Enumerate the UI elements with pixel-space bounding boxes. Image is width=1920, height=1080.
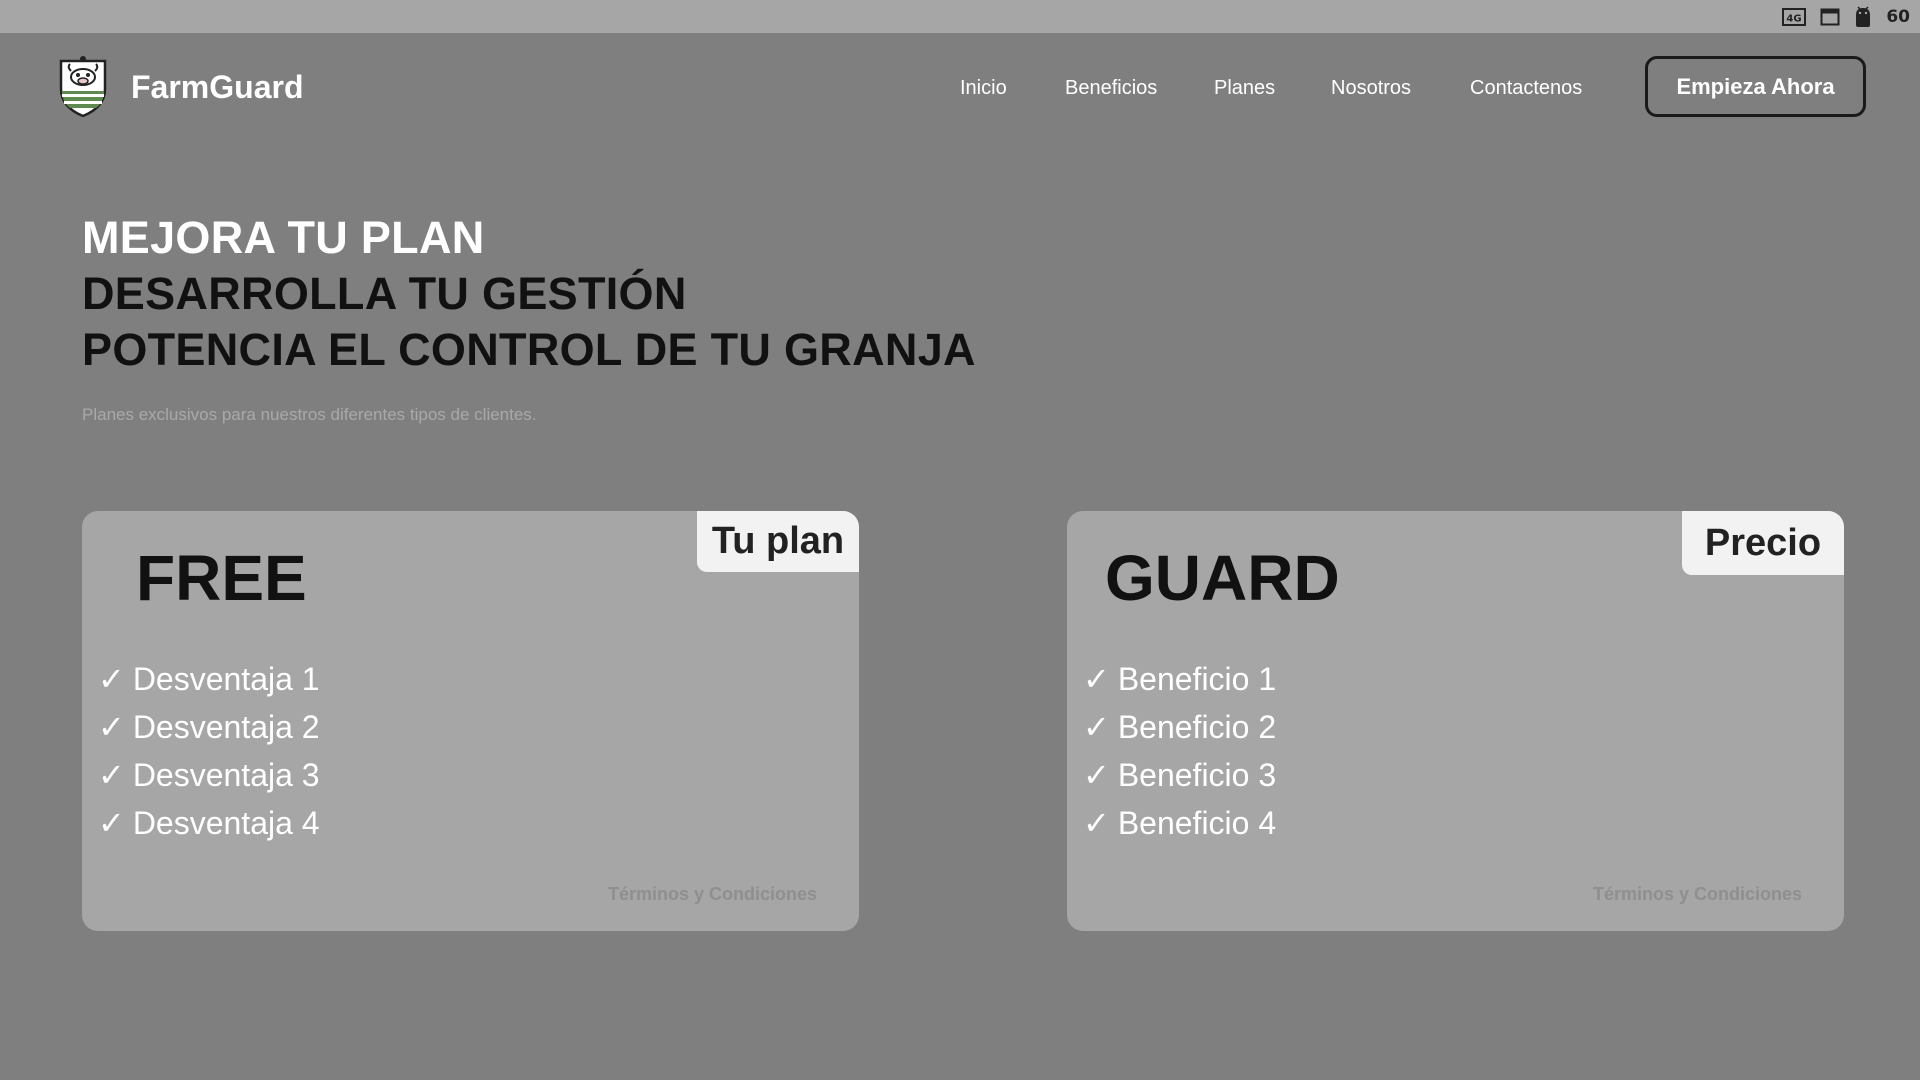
list-item: ✓ Beneficio 3 — [1083, 751, 1276, 799]
list-item-label: Desventaja 2 — [132, 709, 320, 745]
empieza-ahora-button[interactable]: Empieza Ahora — [1645, 56, 1866, 117]
4g-icon: 4G — [1782, 7, 1807, 27]
list-item-label: Desventaja 3 — [132, 757, 320, 793]
plan-card-guard: Precio GUARD ✓ Beneficio 1 ✓ Beneficio 2 ✓… — [1067, 511, 1844, 931]
list-item-label: Beneficio 2 — [1117, 709, 1277, 745]
list-item-label: Beneficio 1 — [1117, 661, 1277, 697]
check-icon: ✓ — [1083, 804, 1110, 842]
check-icon: ✓ — [98, 660, 125, 698]
list-item: ✓ Beneficio 4 — [1083, 799, 1276, 847]
check-icon: ✓ — [98, 708, 125, 746]
nav-contactenos[interactable]: Contactenos — [1470, 77, 1582, 100]
4g-label: 4G — [1787, 13, 1802, 24]
battery-level-text: 60 — [1886, 6, 1910, 27]
list-item: ✓ Beneficio 2 — [1083, 703, 1276, 751]
check-icon: ✓ — [1083, 708, 1110, 746]
plan-feature-list: ✓ Desventaja 1 ✓ Desventaja 2 ✓ Desventaja … — [98, 655, 320, 847]
list-item: ✓ Desventaja 3 — [98, 751, 320, 799]
list-item-label: Desventaja 4 — [132, 805, 320, 841]
plan-title: FREE — [136, 542, 307, 614]
check-icon: ✓ — [1083, 756, 1110, 794]
plan-feature-list: ✓ Beneficio 1 ✓ Beneficio 2 ✓ Beneficio 3 ✓… — [1083, 655, 1276, 847]
nav-beneficios[interactable]: Beneficios — [1065, 77, 1157, 100]
list-item: ✓ Beneficio 1 — [1083, 655, 1276, 703]
hero-heading-line-3: POTENCIA EL CONTROL DE TU GRANJA — [82, 324, 976, 375]
list-item-label: Desventaja 1 — [132, 661, 320, 697]
hero-heading-line-1: MEJORA TU PLAN — [82, 212, 485, 263]
site-header: FarmGuard Inicio Beneficios Planes Nosot… — [0, 33, 1920, 143]
system-status-bar: 4G 60 — [0, 0, 1920, 33]
check-icon: ✓ — [1083, 660, 1110, 698]
nav-nosotros[interactable]: Nosotros — [1331, 77, 1411, 100]
check-icon: ✓ — [98, 756, 125, 794]
hero-heading-line-2: DESARROLLA TU GESTIÓN — [82, 268, 687, 319]
android-icon — [1854, 5, 1872, 28]
terms-link[interactable]: Términos y Condiciones — [1593, 884, 1802, 905]
nav-inicio[interactable]: Inicio — [960, 77, 1007, 100]
brand-name[interactable]: FarmGuard — [131, 69, 303, 106]
window-icon — [1820, 7, 1840, 27]
hero-subtitle: Planes exclusivos para nuestros diferent… — [82, 405, 537, 424]
terms-link[interactable]: Términos y Condiciones — [608, 884, 817, 905]
nav-planes[interactable]: Planes — [1214, 77, 1275, 100]
plan-title: GUARD — [1105, 542, 1340, 614]
list-item: ✓ Desventaja 2 — [98, 703, 320, 751]
check-icon: ✓ — [98, 804, 125, 842]
list-item: ✓ Desventaja 4 — [98, 799, 320, 847]
plan-card-free: Tu plan FREE ✓ Desventaja 1 ✓ Desventaja 2… — [82, 511, 859, 931]
farm-shield-logo[interactable] — [58, 53, 108, 118]
plan-tag: Precio — [1682, 511, 1844, 575]
plan-tag: Tu plan — [697, 511, 859, 572]
list-item-label: Beneficio 4 — [1117, 805, 1277, 841]
list-item: ✓ Desventaja 1 — [98, 655, 320, 703]
list-item-label: Beneficio 3 — [1117, 757, 1277, 793]
